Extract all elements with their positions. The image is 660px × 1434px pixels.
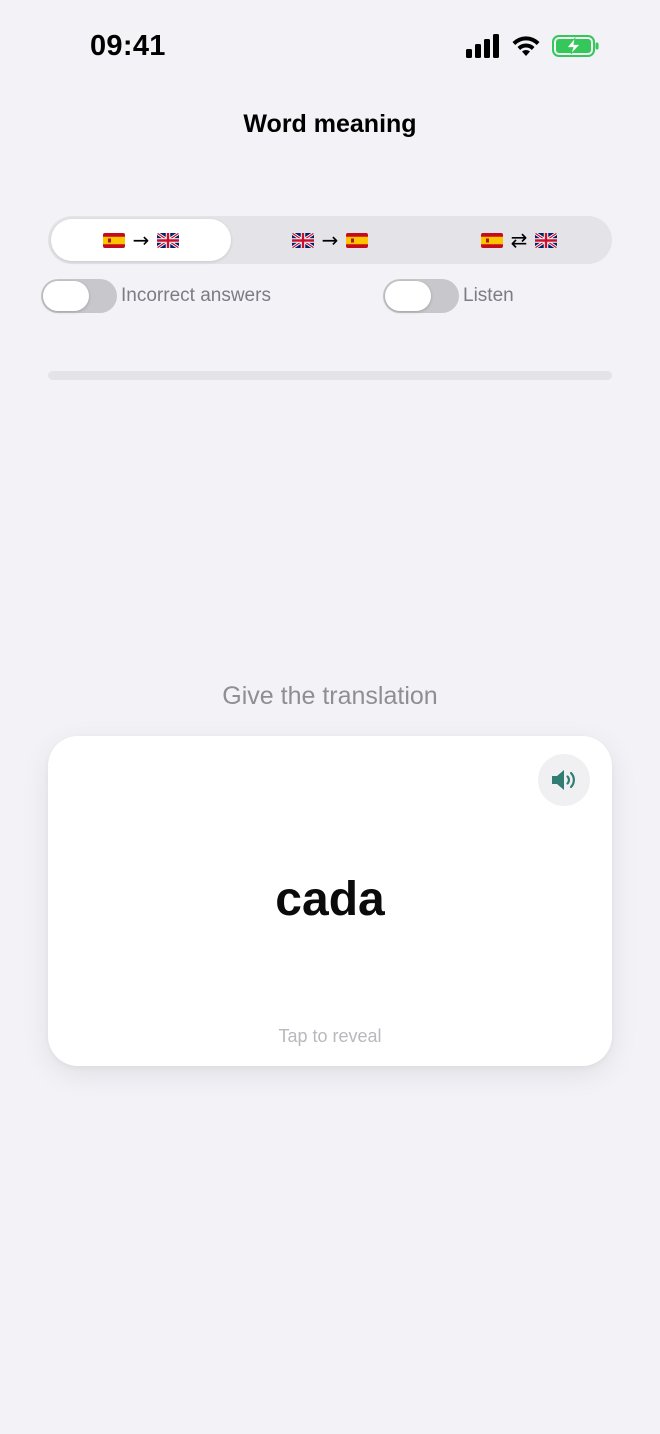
flag-uk-icon <box>157 232 180 248</box>
flag-uk-icon <box>535 232 558 248</box>
incorrect-answers-row: Incorrect answers <box>41 278 271 314</box>
incorrect-answers-label: Incorrect answers <box>121 285 271 306</box>
page-title: Word meaning <box>243 110 417 138</box>
arrow-right-icon: → <box>321 228 339 252</box>
battery-charging-icon <box>552 35 599 57</box>
listen-row: Listen <box>383 278 514 314</box>
status-bar: 09:41 <box>0 0 660 96</box>
listen-toggle[interactable] <box>383 279 459 313</box>
status-time: 09:41 <box>90 30 166 62</box>
toggle-knob <box>385 281 431 311</box>
flag-uk-icon <box>291 232 314 248</box>
flag-spain-icon <box>480 232 503 248</box>
toggle-knob <box>43 281 89 311</box>
flag-spain-icon <box>346 232 369 248</box>
segment-en-to-es[interactable]: → <box>240 219 420 261</box>
listen-label: Listen <box>463 285 514 306</box>
quiz-prompt: Give the translation <box>222 682 438 710</box>
swap-arrows-icon: ⇄ <box>510 228 528 252</box>
status-icons <box>466 34 600 58</box>
segment-bidirectional[interactable]: ⇄ <box>429 219 609 261</box>
speaker-icon <box>552 770 575 790</box>
wifi-icon <box>512 36 540 56</box>
segment-es-to-en[interactable]: → <box>51 219 231 261</box>
play-audio-button[interactable] <box>538 754 590 806</box>
flag-spain-icon <box>102 232 125 248</box>
direction-segmented-control: → → ⇄ <box>48 216 612 264</box>
flashcard[interactable]: cada Tap to reveal <box>48 736 612 1066</box>
incorrect-answers-toggle[interactable] <box>41 279 117 313</box>
progress-bar <box>48 371 612 380</box>
arrow-right-icon: → <box>132 228 150 252</box>
reveal-hint: Tap to reveal <box>278 1026 382 1046</box>
quiz-word: cada <box>275 873 385 926</box>
signal-icon <box>466 34 499 58</box>
